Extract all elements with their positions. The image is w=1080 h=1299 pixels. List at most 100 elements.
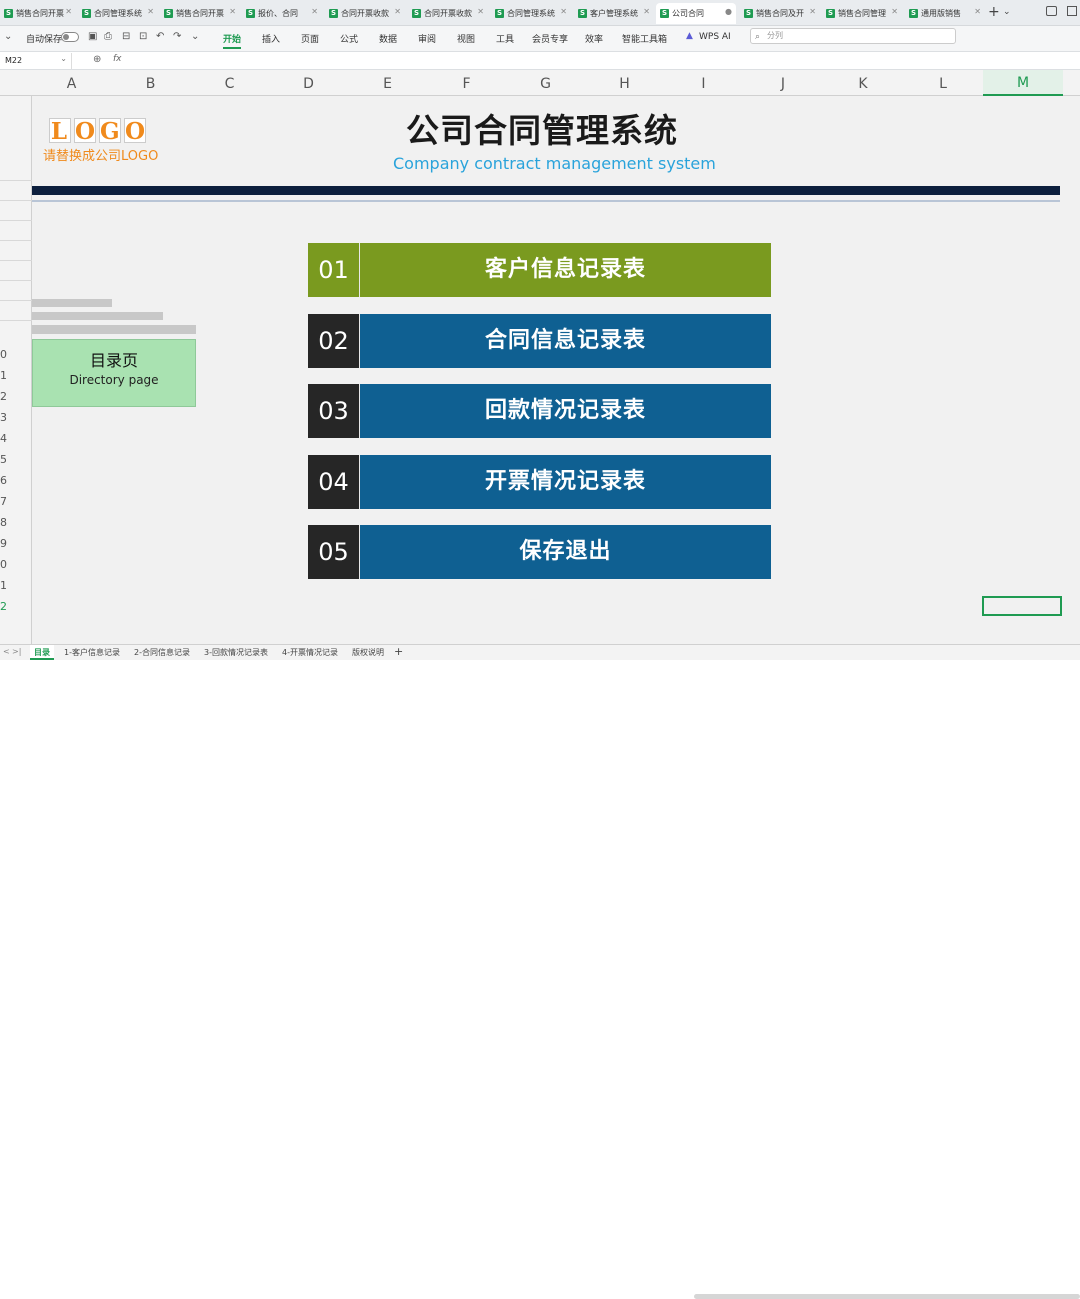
doc-tab-active[interactable]: S 公司合同 ● xyxy=(656,3,736,24)
doc-tab[interactable]: S 合同开票收款 ✕ xyxy=(408,3,488,24)
wps-ai-icon[interactable]: ▲ xyxy=(686,31,693,41)
doc-tab[interactable]: S 销售合同及开 ✕ xyxy=(740,3,820,24)
menu-wps-ai[interactable]: WPS AI xyxy=(699,32,731,42)
new-tab-icon[interactable]: + xyxy=(988,4,1000,20)
chevron-down-icon[interactable]: ⌄ xyxy=(4,31,12,42)
sheet-tab[interactable]: 4-开票情况记录 xyxy=(282,647,338,658)
autosave-toggle[interactable] xyxy=(61,32,79,42)
row-number[interactable]: 4 xyxy=(0,432,8,445)
close-icon[interactable]: ✕ xyxy=(560,7,567,16)
redo-icon[interactable]: ↷ xyxy=(173,31,181,42)
doc-tab[interactable]: S 客户管理系统 ✕ xyxy=(574,3,654,24)
menu-member[interactable]: 会员专享 xyxy=(532,32,568,45)
row-number[interactable]: 0 xyxy=(0,558,8,571)
doc-tab[interactable]: S 通用版销售 ✕ xyxy=(905,3,985,24)
row-number[interactable]: 6 xyxy=(0,474,8,487)
menu-page[interactable]: 页面 xyxy=(301,32,319,45)
logo-letter: L xyxy=(49,118,71,145)
zoom-icon[interactable]: ⊕ xyxy=(93,54,101,65)
close-icon[interactable]: ✕ xyxy=(65,7,72,16)
menu-button-payment[interactable]: 03 回款情况记录表 xyxy=(308,384,771,438)
doc-tab[interactable]: S 销售合同管理 ✕ xyxy=(822,3,902,24)
doc-tab[interactable]: S 销售合同开票 ✕ xyxy=(0,3,76,24)
sheet-tab-active[interactable]: 目录 xyxy=(30,645,54,660)
sheet-file-icon: S xyxy=(660,9,669,18)
column-header[interactable]: F xyxy=(427,76,506,92)
column-header[interactable]: I xyxy=(664,76,743,92)
column-header[interactable]: E xyxy=(348,76,427,92)
search-input[interactable]: ⌕ 分列 xyxy=(750,28,956,44)
add-sheet-icon[interactable]: + xyxy=(394,645,403,658)
column-header-selected[interactable]: M xyxy=(983,70,1063,96)
print-preview-icon[interactable]: ⊡ xyxy=(139,31,147,42)
formula-input[interactable] xyxy=(130,53,1076,69)
doc-tab[interactable]: S 合同管理系统 ✕ xyxy=(491,3,571,24)
doc-tab[interactable]: S 合同管理系统 ✕ xyxy=(78,3,158,24)
close-icon[interactable]: ✕ xyxy=(394,7,401,16)
menu-button-customer-info[interactable]: 01 客户信息记录表 xyxy=(308,243,771,297)
menu-button-contract-info[interactable]: 02 合同信息记录表 xyxy=(308,314,771,368)
close-icon[interactable]: ✕ xyxy=(809,7,816,16)
menu-formula[interactable]: 公式 xyxy=(340,32,358,45)
menu-view[interactable]: 视图 xyxy=(457,32,475,45)
row-number[interactable]: 7 xyxy=(0,495,8,508)
row-number[interactable]: 3 xyxy=(0,411,8,424)
column-header[interactable]: C xyxy=(190,76,269,92)
column-header[interactable]: A xyxy=(32,76,111,92)
menu-smart-toolbox[interactable]: 智能工具箱 xyxy=(622,32,667,45)
selected-cell[interactable] xyxy=(982,596,1062,616)
sheet-tab[interactable]: 版权说明 xyxy=(352,647,384,658)
close-icon[interactable]: ✕ xyxy=(229,7,236,16)
close-icon[interactable]: ✕ xyxy=(891,7,898,16)
doc-tab[interactable]: S 报价、合同 ✕ xyxy=(242,3,322,24)
row-number[interactable]: 2 xyxy=(0,390,8,403)
chevron-down-icon[interactable]: ⌄ xyxy=(191,31,199,42)
close-icon[interactable]: ✕ xyxy=(311,7,318,16)
horizontal-scrollbar[interactable] xyxy=(694,1294,1080,1299)
column-header[interactable]: B xyxy=(111,76,190,92)
close-icon[interactable]: ✕ xyxy=(477,7,484,16)
menu-button-save-exit[interactable]: 05 保存退出 xyxy=(308,525,771,579)
sheet-tab[interactable]: 3-回款情况记录表 xyxy=(204,647,268,658)
menu-tools[interactable]: 工具 xyxy=(496,32,514,45)
menu-efficiency[interactable]: 效率 xyxy=(585,32,603,45)
doc-tab[interactable]: S 销售合同开票 ✕ xyxy=(160,3,240,24)
column-header[interactable]: L xyxy=(903,76,983,92)
window-icon[interactable] xyxy=(1046,6,1057,16)
prev-sheet-icon[interactable]: < xyxy=(3,647,10,656)
modified-dot-icon[interactable]: ● xyxy=(725,7,732,16)
close-icon[interactable]: ✕ xyxy=(147,7,154,16)
close-icon[interactable]: ✕ xyxy=(974,7,981,16)
undo-icon[interactable]: ↶ xyxy=(156,31,164,42)
sheet-tab[interactable]: 2-合同信息记录 xyxy=(134,647,190,658)
menu-button-invoice[interactable]: 04 开票情况记录表 xyxy=(308,455,771,509)
column-header[interactable]: D xyxy=(269,76,348,92)
sheet-tab[interactable]: 1-客户信息记录 xyxy=(64,647,120,658)
menu-insert[interactable]: 插入 xyxy=(262,32,280,45)
column-header[interactable]: J xyxy=(743,76,823,92)
directory-button[interactable]: 目录页 Directory page xyxy=(32,339,196,407)
row-number[interactable]: 9 xyxy=(0,537,8,550)
print-icon[interactable]: ⊟ xyxy=(122,31,130,42)
column-header[interactable]: G xyxy=(506,76,585,92)
next-sheet-icon[interactable]: >| xyxy=(12,647,21,656)
column-header[interactable]: K xyxy=(823,76,903,92)
row-number[interactable]: 8 xyxy=(0,516,8,529)
column-header[interactable]: H xyxy=(585,76,664,92)
save-icon[interactable]: ▣ xyxy=(88,31,97,42)
row-number-selected[interactable]: 2 xyxy=(0,600,8,613)
chevron-down-icon[interactable]: ⌄ xyxy=(1003,7,1011,17)
menu-home[interactable]: 开始 xyxy=(223,32,242,49)
close-icon[interactable]: ✕ xyxy=(643,7,650,16)
restore-icon[interactable] xyxy=(1067,6,1077,16)
row-number[interactable]: 5 xyxy=(0,453,8,466)
row-number[interactable]: 0 xyxy=(0,348,8,361)
row-number[interactable]: 1 xyxy=(0,369,8,382)
menu-data[interactable]: 数据 xyxy=(379,32,397,45)
row-number[interactable]: 1 xyxy=(0,579,8,592)
export-icon[interactable]: ⎙ xyxy=(104,31,112,42)
menu-review[interactable]: 审阅 xyxy=(418,32,436,45)
doc-tab[interactable]: S 合同开票收款 ✕ xyxy=(325,3,405,24)
name-box[interactable]: M22 xyxy=(0,51,72,69)
function-icon[interactable]: fx xyxy=(113,54,122,64)
